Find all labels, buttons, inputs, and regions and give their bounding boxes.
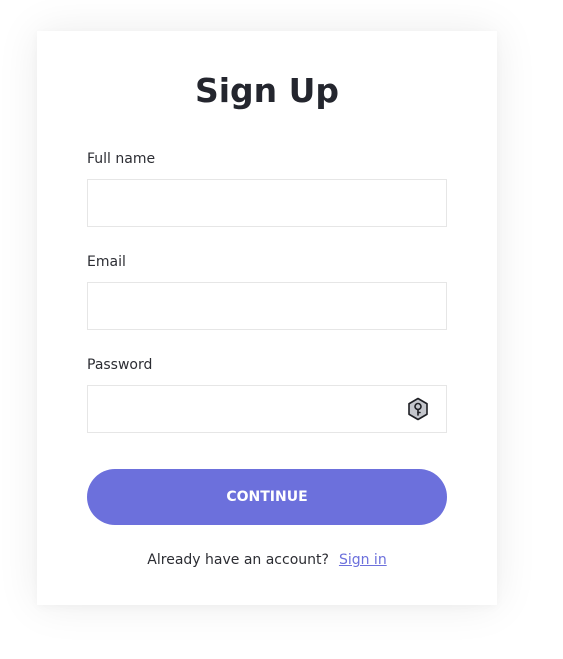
password-field-wrapper (87, 385, 447, 433)
full-name-label: Full name (87, 151, 156, 167)
continue-button[interactable]: CONTINUE (87, 469, 447, 525)
full-name-field-wrapper (87, 179, 447, 227)
key-icon[interactable] (406, 397, 430, 421)
signin-prompt-text: Already have an account? (147, 552, 329, 568)
signup-card: Sign Up Full name Email Password CONTINU… (37, 31, 497, 605)
email-field-wrapper (87, 282, 447, 330)
signin-link[interactable]: Sign in (339, 552, 387, 568)
full-name-input[interactable] (88, 180, 446, 226)
email-input[interactable] (88, 283, 446, 329)
page-title: Sign Up (194, 71, 340, 110)
password-label: Password (87, 357, 153, 373)
signin-prompt: Already have an account? Sign in (37, 550, 497, 570)
password-input[interactable] (88, 386, 446, 432)
email-label: Email (87, 254, 126, 270)
